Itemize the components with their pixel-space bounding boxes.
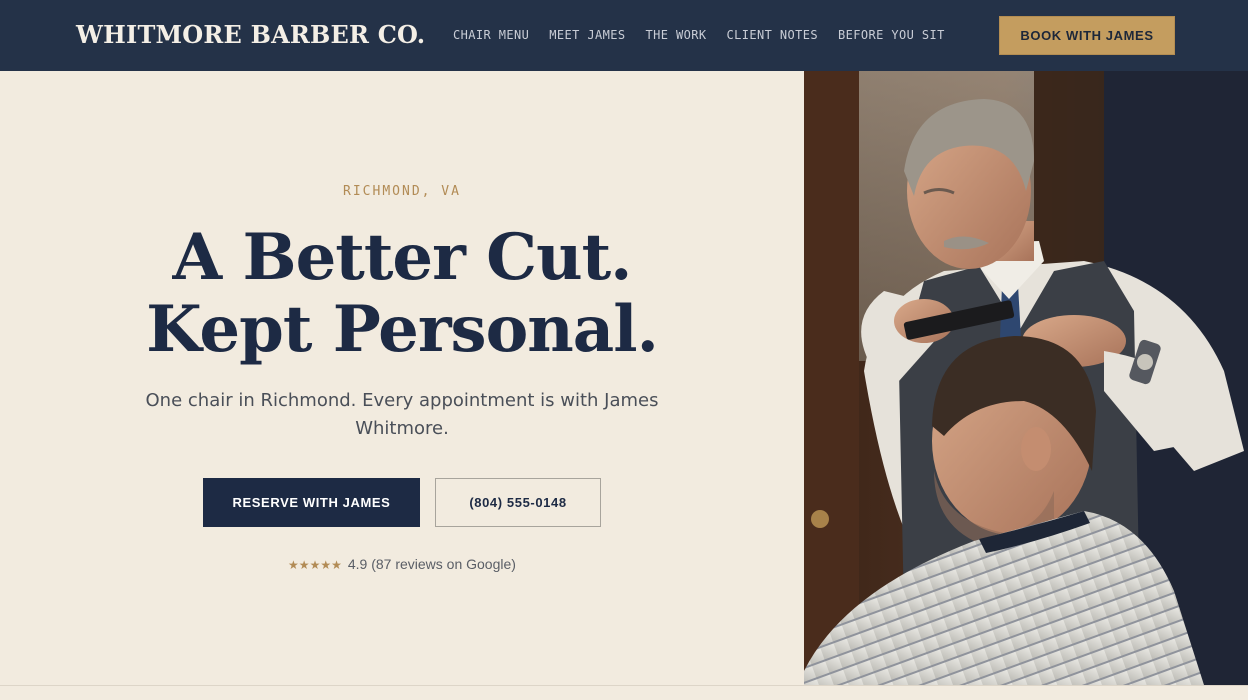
nav-link-before-you-sit[interactable]: BEFORE YOU SIT — [838, 28, 945, 42]
headline-line-1: A Better Cut. — [172, 220, 633, 295]
phone-number-button[interactable]: (804) 555-0148 — [435, 478, 601, 527]
headline-line-2: Kept Personal. — [146, 292, 659, 367]
nav-links: CHAIR MENU MEET JAMES THE WORK CLIENT NO… — [453, 28, 965, 42]
star-rating-icon: ★★★★★ — [288, 558, 342, 572]
top-navigation: WHITMORE BARBER CO. CHAIR MENU MEET JAME… — [0, 0, 1248, 71]
barber-photo — [804, 71, 1248, 685]
section-divider — [0, 685, 1248, 700]
reserve-with-james-button[interactable]: RESERVE WITH JAMES — [203, 478, 420, 527]
rating-text: 4.9 (87 reviews on Google) — [347, 556, 516, 572]
nav-link-the-work[interactable]: THE WORK — [646, 28, 707, 42]
nav-link-meet-james[interactable]: MEET JAMES — [549, 28, 625, 42]
location-eyebrow: RICHMOND, VA — [343, 184, 461, 199]
hero-section: RICHMOND, VA A Better Cut. Kept Personal… — [0, 71, 804, 685]
nav-link-chair-menu[interactable]: CHAIR MENU — [453, 28, 529, 42]
book-with-james-button[interactable]: BOOK WITH JAMES — [999, 16, 1175, 55]
hero-subhead: One chair in Richmond. Every appointment… — [145, 390, 659, 439]
nav-link-client-notes[interactable]: CLIENT NOTES — [727, 28, 819, 42]
hero-headline: A Better Cut. Kept Personal. — [0, 222, 804, 366]
brand-logo[interactable]: WHITMORE BARBER CO. — [76, 20, 425, 49]
barber-photo-illustration — [804, 71, 1248, 685]
rating-summary: ★★★★★ 4.9 (87 reviews on Google) — [0, 556, 804, 572]
